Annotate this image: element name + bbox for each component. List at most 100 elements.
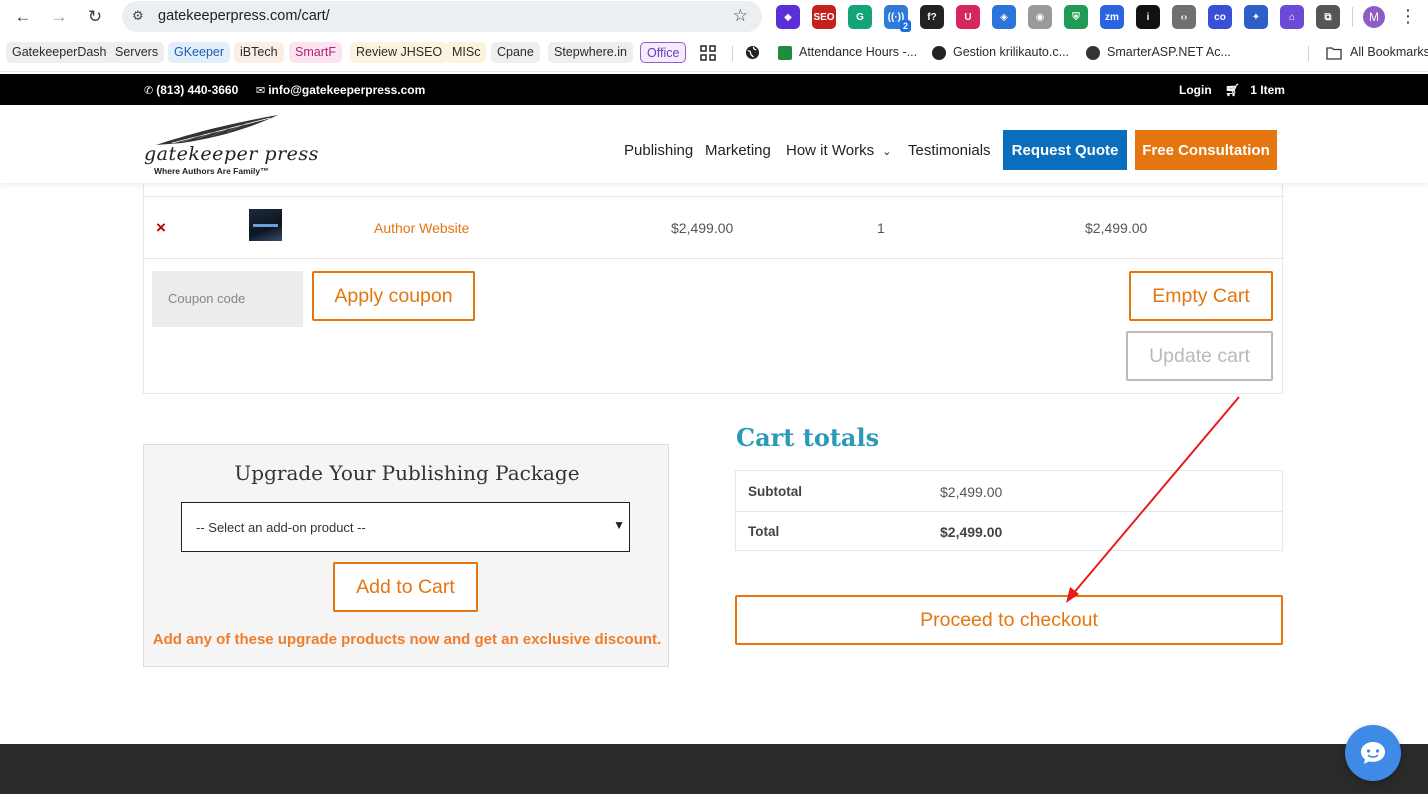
bookmark-star-icon[interactable]: ☆ <box>733 6 748 26</box>
globe-ext-icon[interactable]: ✦ <box>1244 5 1268 29</box>
bookmark-gkeeper[interactable]: GKeeper <box>168 42 231 63</box>
cart-totals-title: Cart totals <box>736 423 880 452</box>
bookmark-cpane[interactable]: Cpane <box>491 42 540 63</box>
subtotal-value: $2,499.00 <box>940 484 1003 500</box>
chat-widget-button[interactable] <box>1345 725 1401 781</box>
table-divider <box>736 511 1282 512</box>
login-link[interactable]: Login <box>1179 83 1212 97</box>
house-icon[interactable]: ⌂ <box>1280 5 1304 29</box>
envelope-icon: ✉ <box>256 85 266 97</box>
product-thumbnail[interactable] <box>249 209 282 241</box>
menu-how-it-works[interactable]: How it Works ⌄ <box>786 142 891 159</box>
favicon-icon <box>932 45 946 60</box>
menu-testimonials[interactable]: Testimonials <box>908 142 991 159</box>
camera-icon[interactable]: ◉ <box>1028 5 1052 29</box>
back-arrow-icon[interactable]: ← <box>12 6 34 28</box>
coupon-input[interactable]: Coupon code <box>152 271 303 327</box>
bookmark-smartf[interactable]: SmartF <box>289 42 342 63</box>
addon-product-select[interactable]: -- Select an add-on product -- ▼ <box>181 502 630 552</box>
reload-icon[interactable]: ↻ <box>84 6 106 28</box>
gem-icon[interactable]: ◆ <box>776 5 800 29</box>
site-logo[interactable]: gatekeeper press Where Authors Are Famil… <box>144 113 318 177</box>
upgrade-title: Upgrade Your Publishing Package <box>234 461 580 485</box>
broadcast-icon[interactable]: ((·)) 2 <box>884 5 911 32</box>
co-icon[interactable]: co <box>1208 5 1232 29</box>
menu-marketing[interactable]: Marketing <box>705 142 771 159</box>
globe-icon[interactable] <box>745 42 760 63</box>
bookmark-link[interactable]: SmarterASP.NET Ac... <box>1086 42 1231 63</box>
extensions-bar: ◆ SEO G ((·)) 2 f? U ◈ ◉ ⛨ zm i ‹› co ✦ ⌂ ⧉ M ⋮ <box>776 5 1417 32</box>
bookmark-link[interactable]: Gestion krilikauto.c... <box>932 42 1069 63</box>
chevron-down-icon: ⌄ <box>882 146 892 158</box>
email-address: info@gatekeeperpress.com <box>268 83 426 97</box>
bookmark-link[interactable]: Attendance Hours -... <box>778 42 917 63</box>
apply-coupon-button[interactable]: Apply coupon <box>312 271 475 321</box>
bookmark-gatekeeperdash[interactable]: GatekeeperDash <box>6 42 113 63</box>
cart-link[interactable]: 🛒︎ 1 Item <box>1225 83 1285 97</box>
site-topbar: ✆ (813) 440-3660 ✉ info@gatekeeperpress.co… <box>0 74 1428 105</box>
menu-how-it-works-label: How it Works <box>786 142 875 159</box>
all-bookmarks[interactable]: All Bookmarks <box>1326 42 1428 63</box>
bookmark-link-label: SmarterASP.NET Ac... <box>1107 45 1231 59</box>
subtotal-label: Subtotal <box>748 484 802 499</box>
info-icon[interactable]: i <box>1136 5 1160 29</box>
menu-publishing[interactable]: Publishing <box>624 142 693 159</box>
font-icon[interactable]: f? <box>920 5 944 29</box>
code-icon[interactable]: ‹› <box>1172 5 1196 29</box>
url-text[interactable]: gatekeeperpress.com/cart/ <box>158 8 330 24</box>
bookmark-office[interactable]: Office <box>640 42 687 63</box>
bookmark-servers[interactable]: Servers <box>109 42 165 63</box>
forward-arrow-icon[interactable]: → <box>48 6 70 28</box>
puzzle-icon[interactable]: ⧉ <box>1316 5 1340 29</box>
zm-icon[interactable]: zm <box>1100 5 1124 29</box>
browser-toolbar: ← → ↻ ⚙ gatekeeperpress.com/cart/ ☆ ◆ SEO… <box>0 0 1428 34</box>
seo-icon[interactable]: SEO <box>812 5 836 29</box>
upgrade-package-box: Upgrade Your Publishing Package -- Selec… <box>143 444 669 667</box>
favicon-icon <box>778 45 792 60</box>
product-name-link[interactable]: Author Website <box>374 220 469 236</box>
folder-icon <box>1326 46 1342 60</box>
profile-avatar[interactable]: M <box>1363 6 1385 28</box>
ublock-icon[interactable]: U <box>956 5 980 29</box>
chevron-down-icon: ▼ <box>613 518 625 532</box>
bookmark-stepwhere-in[interactable]: Stepwhere.in <box>548 42 633 63</box>
phone-contact[interactable]: ✆ (813) 440-3660 <box>144 83 238 97</box>
cart-table: × Author Website $2,499.00 1 $2,499.00 C… <box>143 183 1284 394</box>
update-cart-button[interactable]: Update cart <box>1126 331 1273 381</box>
upgrade-note: Add any of these upgrade products now an… <box>152 631 662 648</box>
add-to-cart-button[interactable]: Add to Cart <box>333 562 478 612</box>
site-settings-icon[interactable]: ⚙ <box>132 8 150 26</box>
remove-item-icon[interactable]: × <box>156 218 166 238</box>
free-consultation-button[interactable]: Free Consultation <box>1135 130 1277 170</box>
screenshot-root: ← → ↻ ⚙ gatekeeperpress.com/cart/ ☆ ◆ SEO… <box>0 0 1428 794</box>
bookmarks-bar: All Bookmarks GatekeeperDash Servers GKeep… <box>0 34 1428 72</box>
all-bookmarks-label: All Bookmarks <box>1350 45 1428 59</box>
total-label: Total <box>748 524 780 539</box>
request-quote-button[interactable]: Request Quote <box>1003 130 1127 170</box>
address-bar[interactable]: ⚙ gatekeeperpress.com/cart/ ☆ <box>122 1 762 32</box>
table-divider <box>144 196 1284 197</box>
favicon-icon <box>1086 45 1100 60</box>
grammarly-icon[interactable]: G <box>848 5 872 29</box>
apps-grid-icon[interactable] <box>700 42 716 63</box>
addon-select-value: -- Select an add-on product -- <box>196 520 366 535</box>
email-contact[interactable]: ✉ info@gatekeeperpress.com <box>256 83 425 97</box>
logo-tagline: Where Authors Are Family™ <box>154 166 269 176</box>
chat-bubble-icon <box>1361 742 1385 764</box>
logo-wordmark: gatekeeper press <box>144 143 319 165</box>
shield-icon[interactable]: ⛨ <box>1064 5 1088 29</box>
empty-cart-button[interactable]: Empty Cart <box>1129 271 1273 321</box>
bookmark-review-jhseo[interactable]: Review JHSEO <box>350 42 449 63</box>
bookmark-misc[interactable]: MISc <box>446 42 487 63</box>
site-footer <box>0 744 1428 794</box>
product-subtotal: $2,499.00 <box>1085 220 1148 236</box>
tag-icon[interactable]: ◈ <box>992 5 1016 29</box>
bookmark-ibtech[interactable]: iBTech <box>234 42 284 63</box>
phone-number: (813) 440-3660 <box>156 83 239 97</box>
proceed-to-checkout-button[interactable]: Proceed to checkout <box>735 595 1283 645</box>
browser-menu-icon[interactable]: ⋮ <box>1399 5 1417 29</box>
extension-badge: 2 <box>899 20 911 32</box>
site-header: gatekeeper press Where Authors Are Famil… <box>0 105 1428 183</box>
cart-totals-table: Subtotal $2,499.00 Total $2,499.00 <box>735 470 1283 551</box>
product-quantity[interactable]: 1 <box>877 220 885 236</box>
